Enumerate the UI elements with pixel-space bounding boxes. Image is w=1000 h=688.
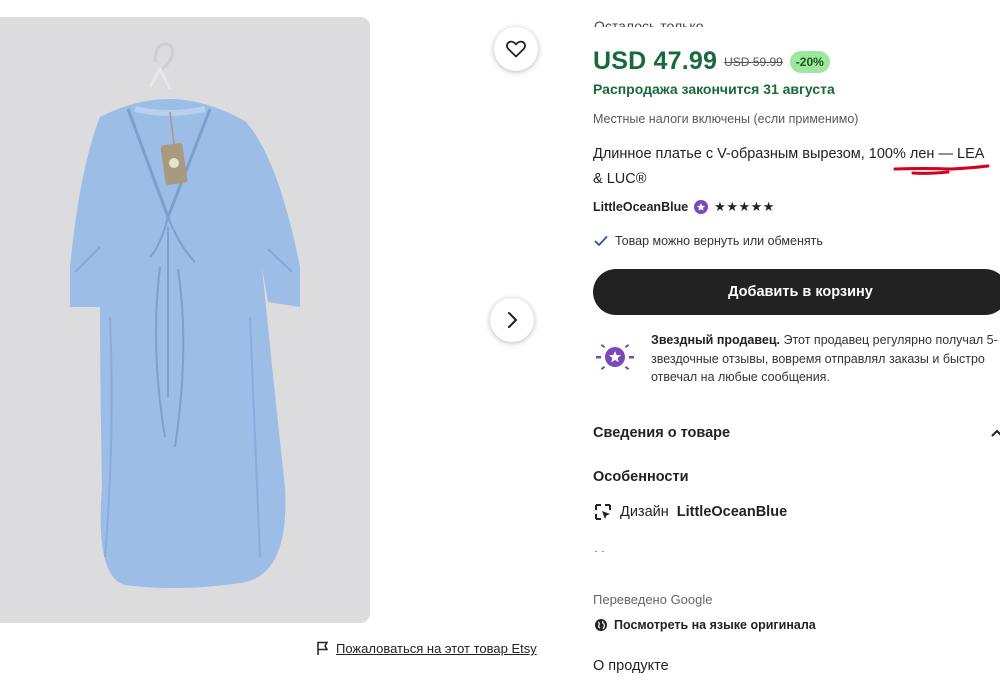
star-seller-badge-icon (596, 344, 634, 370)
favorite-button[interactable] (494, 27, 538, 71)
view-original-label: Посмотреть на языке оригинала (614, 618, 816, 632)
design-row: Дизайн LittleOceanBlue (594, 503, 787, 521)
star-seller-block: Звездный продавец. Этот продавец регуляр… (593, 331, 1000, 387)
report-item-label: Пожаловаться на этот товар Etsy (336, 641, 537, 656)
returns-row: Товар можно вернуть или обменять (594, 234, 823, 248)
rating-stars[interactable]: ★★★★★ (714, 199, 775, 215)
seller-row: LittleOceanBlue ★★★★★ (593, 199, 775, 215)
chevron-up-icon (991, 429, 1000, 437)
stock-note-cut: Осталось только (594, 19, 704, 27)
chevron-right-icon (508, 312, 517, 328)
seller-name-link[interactable]: LittleOceanBlue (593, 200, 688, 214)
next-image-button[interactable] (490, 298, 534, 342)
translated-by-note: Переведено Google (593, 592, 713, 607)
features-heading: Особенности (593, 469, 689, 485)
red-underline-annotation (893, 164, 990, 175)
star-seller-small-icon (694, 200, 709, 214)
check-icon (594, 236, 608, 246)
globe-icon (595, 619, 607, 631)
item-details-toggle[interactable]: Сведения о товаре (593, 425, 1000, 441)
returns-text: Товар можно вернуть или обменять (615, 234, 823, 248)
design-shop-name: LittleOceanBlue (676, 504, 788, 520)
about-product-heading[interactable]: О продукте (593, 658, 669, 674)
design-tool-icon (595, 504, 611, 520)
current-price: USD 47.99 (593, 47, 718, 75)
view-original-language-link[interactable]: Посмотреть на языке оригинала (594, 618, 816, 632)
item-details-label: Сведения о товаре (593, 425, 731, 441)
price-row: USD 47.99 USD 59.99 -20% (593, 47, 830, 76)
flag-icon (317, 641, 329, 655)
discount-badge: -20% (789, 50, 830, 73)
materials-row-cut: Материалы (594, 541, 664, 552)
sale-end-notice: Распродажа закончится 31 августа (593, 81, 835, 97)
tax-note: Местные налоги включены (если применимо) (593, 112, 859, 126)
dress-photo (0, 17, 370, 623)
design-prefix: Дизайн (620, 504, 669, 520)
add-to-cart-button[interactable]: Добавить в корзину (593, 269, 1000, 315)
heart-icon (506, 40, 526, 58)
star-seller-description: Звездный продавец. Этот продавец регуляр… (651, 331, 1000, 387)
product-image[interactable] (0, 17, 370, 623)
report-item-link[interactable]: Пожаловаться на этот товар Etsy (316, 641, 537, 656)
star-seller-heading: Звездный продавец. (651, 333, 781, 347)
original-price: USD 59.99 (724, 54, 783, 69)
